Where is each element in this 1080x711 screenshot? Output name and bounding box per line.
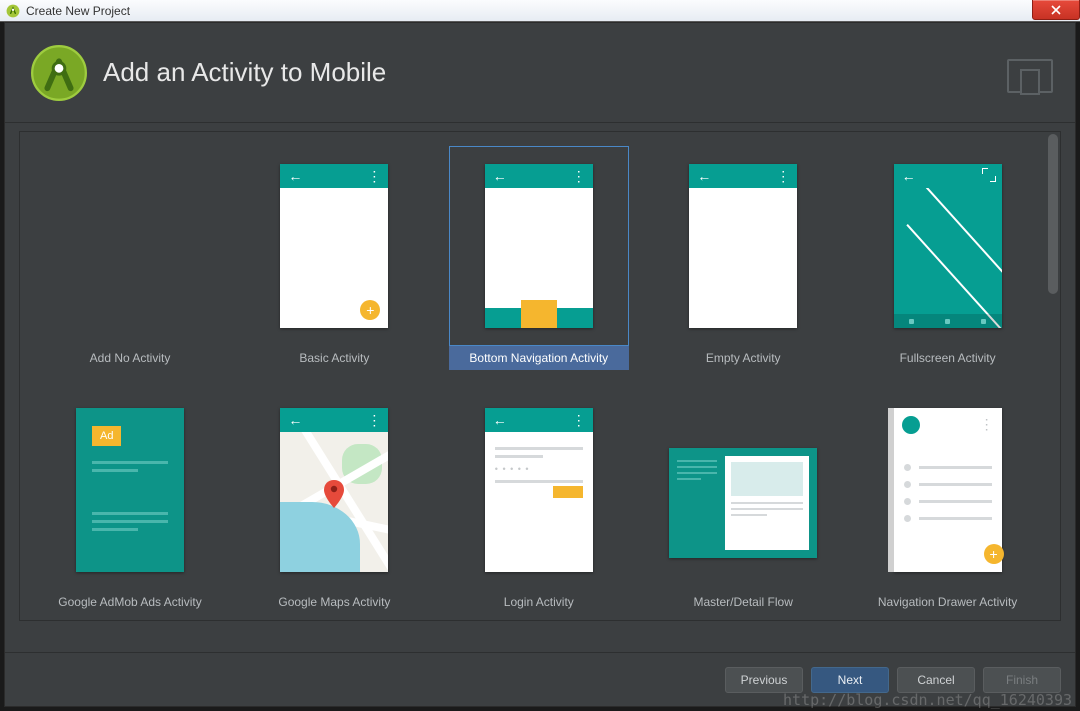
- template-thumb: ← ⋮ +: [280, 164, 388, 328]
- template-thumb: Ad: [76, 408, 184, 572]
- back-arrow-icon: ←: [288, 412, 302, 428]
- template-google-admob-ads-activity[interactable]: Ad Google AdMob Ads Activity: [40, 390, 220, 614]
- map-pin-icon: [324, 480, 344, 513]
- template-label: Navigation Drawer Activity: [858, 590, 1038, 614]
- wizard-header: Add an Activity to Mobile: [5, 23, 1075, 123]
- template-thumb: ←⋮: [485, 164, 593, 328]
- templates-grid: Add No Activity ←⋮ + Basic Activity ←⋮: [20, 132, 1060, 621]
- template-basic-activity[interactable]: ← ⋮ + Basic Activity: [244, 146, 424, 370]
- ad-badge-icon: Ad: [92, 426, 121, 446]
- window-title: Create New Project: [26, 4, 130, 18]
- fullscreen-body-icon: [894, 188, 1002, 328]
- next-button[interactable]: Next: [811, 667, 889, 693]
- page-title: Add an Activity to Mobile: [103, 57, 386, 88]
- back-arrow-icon: ←: [697, 168, 711, 184]
- overflow-icon: ⋮: [572, 168, 585, 185]
- scrollbar-thumb[interactable]: [1048, 134, 1058, 294]
- template-login-activity[interactable]: ←⋮ • • • • • Login Activity: [449, 390, 629, 614]
- template-navigation-drawer-activity[interactable]: ⋮ + Navigation Drawer Activity: [858, 390, 1038, 614]
- template-thumb: ←⋮: [280, 408, 388, 572]
- android-studio-logo-icon: [6, 4, 20, 18]
- template-google-maps-activity[interactable]: ←⋮ Google Maps Activity: [244, 390, 424, 614]
- overflow-icon: ⋮: [367, 412, 380, 429]
- fab-icon: +: [360, 300, 380, 320]
- fab-icon: +: [984, 544, 1004, 564]
- template-label: Google Maps Activity: [244, 590, 424, 614]
- template-label: Empty Activity: [653, 346, 833, 370]
- back-arrow-icon: ←: [902, 168, 916, 184]
- template-thumb: ⋮ +: [894, 408, 1002, 572]
- fullscreen-icon: [982, 168, 996, 182]
- template-label: Fullscreen Activity: [858, 346, 1038, 370]
- back-arrow-icon: ←: [493, 168, 507, 184]
- window-close-button[interactable]: [1032, 0, 1080, 20]
- template-thumb: [669, 448, 817, 558]
- overflow-icon: ⋮: [572, 412, 585, 429]
- template-label: Login Activity: [449, 590, 629, 614]
- window-titlebar: Create New Project: [0, 0, 1080, 22]
- template-label: Basic Activity: [244, 346, 424, 370]
- template-add-no-activity[interactable]: Add No Activity: [40, 146, 220, 370]
- template-fullscreen-activity[interactable]: ← Fullscreen Activity: [858, 146, 1038, 370]
- overflow-icon: ⋮: [980, 416, 994, 433]
- login-button-icon: [553, 486, 583, 498]
- avatar-icon: [902, 416, 920, 434]
- templates-panel: Add No Activity ←⋮ + Basic Activity ←⋮: [19, 131, 1061, 621]
- template-master-detail-flow[interactable]: Master/Detail Flow: [653, 390, 833, 614]
- finish-button[interactable]: Finish: [983, 667, 1061, 693]
- template-bottom-navigation-activity[interactable]: ←⋮ Bottom Navigation Activity: [449, 146, 629, 370]
- content-area: Add No Activity ←⋮ + Basic Activity ←⋮: [5, 123, 1075, 652]
- template-thumb: [76, 164, 184, 328]
- android-studio-logo-icon: [31, 45, 87, 101]
- cancel-button[interactable]: Cancel: [897, 667, 975, 693]
- template-thumb: ←⋮: [689, 164, 797, 328]
- template-thumb: ←⋮ • • • • •: [485, 408, 593, 572]
- template-label: Bottom Navigation Activity: [449, 346, 629, 370]
- template-thumb: ←: [894, 164, 1002, 328]
- back-arrow-icon: ←: [288, 168, 302, 184]
- previous-button[interactable]: Previous: [725, 667, 803, 693]
- wizard-window: Add an Activity to Mobile Add No Activit…: [4, 22, 1076, 707]
- template-label: Google AdMob Ads Activity: [40, 590, 220, 614]
- bottom-nav-icon: [485, 308, 593, 328]
- overflow-icon: ⋮: [367, 168, 380, 185]
- back-arrow-icon: ←: [493, 412, 507, 428]
- form-factor-icon: [1007, 59, 1053, 93]
- wizard-footer: Previous Next Cancel Finish: [5, 652, 1075, 706]
- template-label: Master/Detail Flow: [653, 590, 833, 614]
- template-empty-activity[interactable]: ←⋮ Empty Activity: [653, 146, 833, 370]
- template-label: Add No Activity: [40, 346, 220, 370]
- overflow-icon: ⋮: [776, 168, 789, 185]
